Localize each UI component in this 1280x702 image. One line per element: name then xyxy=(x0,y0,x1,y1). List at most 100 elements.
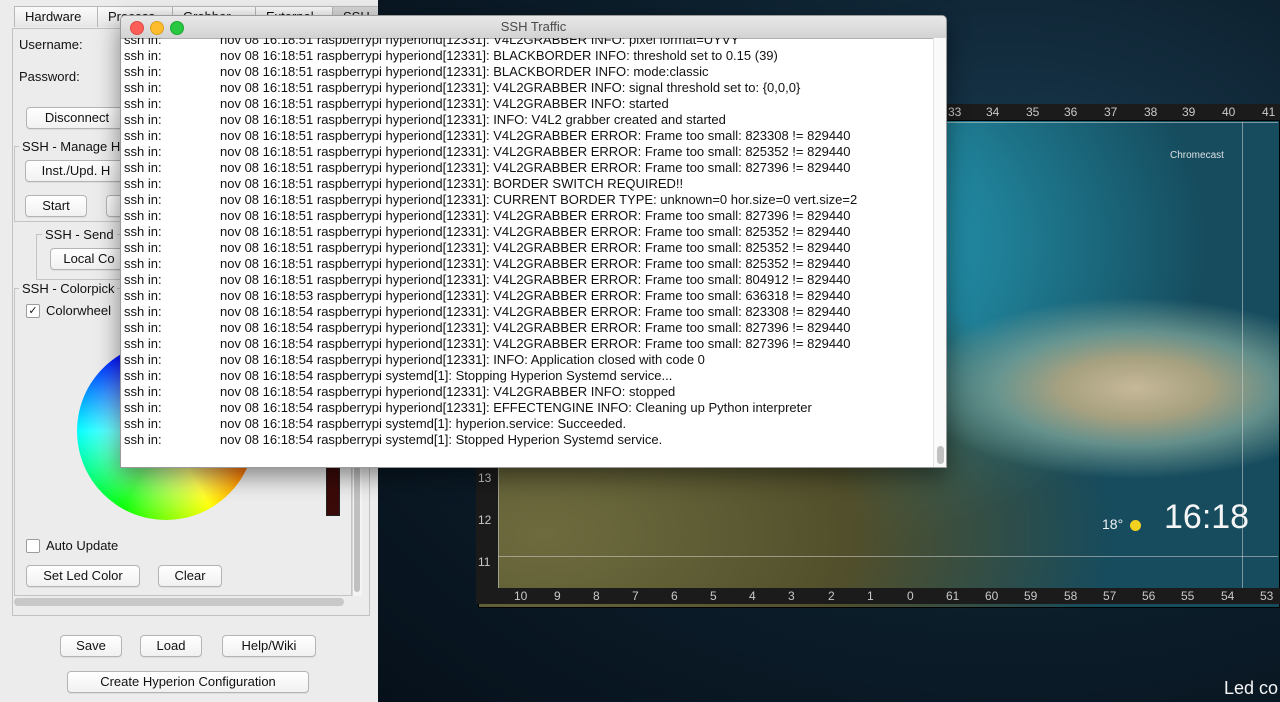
log-message: nov 08 16:18:51 raspberrypi hyperiond[12… xyxy=(220,144,851,159)
log-message: nov 08 16:18:51 raspberrypi hyperiond[12… xyxy=(220,96,669,111)
led-color-label: Led co xyxy=(1224,678,1279,698)
auto-update-checkbox[interactable] xyxy=(26,539,40,553)
log-line: ssh in: nov 08 16:18:51 raspberrypi hyper… xyxy=(121,144,933,160)
start-button[interactable]: Start xyxy=(25,195,87,217)
minimize-icon[interactable] xyxy=(150,21,164,35)
log-line: ssh in: nov 08 16:18:53 raspberrypi hyper… xyxy=(121,288,933,304)
log-message: nov 08 16:18:54 raspberrypi systemd[1]: … xyxy=(220,416,627,431)
log-line: ssh in: nov 08 16:18:51 raspberrypi hyper… xyxy=(121,160,933,176)
chromecast-label: Chromecast xyxy=(1170,150,1224,161)
log-source: ssh in: xyxy=(124,160,162,175)
manage-group-title: SSH - Manage H xyxy=(19,139,124,154)
log-line: ssh in: nov 08 16:18:51 raspberrypi hyper… xyxy=(121,80,933,96)
log-source: ssh in: xyxy=(124,336,162,351)
log-line: ssh in: nov 08 16:18:54 raspberrypi syste… xyxy=(121,432,933,448)
log-line: ssh in: nov 08 16:18:51 raspberrypi hyper… xyxy=(121,208,933,224)
maximize-icon[interactable] xyxy=(170,21,184,35)
window-titlebar[interactable]: SSH Traffic xyxy=(121,16,946,39)
led-number: 34 xyxy=(986,105,1000,119)
log-source: ssh in: xyxy=(124,352,162,367)
log-source: ssh in: xyxy=(124,144,162,159)
led-number: 61 xyxy=(946,589,960,603)
led-number: 56 xyxy=(1142,589,1156,603)
log-source: ssh in: xyxy=(124,80,162,95)
log-line: ssh in: nov 08 16:18:51 raspberrypi hyper… xyxy=(121,240,933,256)
led-number: 0 xyxy=(907,589,914,603)
log-line: ssh in: nov 08 16:18:54 raspberrypi hyper… xyxy=(121,384,933,400)
log-message: nov 08 16:18:54 raspberrypi hyperiond[12… xyxy=(220,400,812,415)
load-button[interactable]: Load xyxy=(140,635,202,657)
log-source: ssh in: xyxy=(124,96,162,111)
log-message: nov 08 16:18:51 raspberrypi hyperiond[12… xyxy=(220,80,801,95)
led-number: 35 xyxy=(1026,105,1040,119)
log-source: ssh in: xyxy=(124,224,162,239)
led-number: 8 xyxy=(593,589,600,603)
log-source: ssh in: xyxy=(124,384,162,399)
log-line: ssh in: nov 08 16:18:51 raspberrypi hyper… xyxy=(121,272,933,288)
log-line: ssh in: nov 08 16:18:54 raspberrypi syste… xyxy=(121,416,933,432)
log-message: nov 08 16:18:54 raspberrypi hyperiond[12… xyxy=(220,304,851,319)
led-number: 57 xyxy=(1103,589,1117,603)
led-number: 38 xyxy=(1144,105,1158,119)
log-message: nov 08 16:18:53 raspberrypi hyperiond[12… xyxy=(220,288,851,303)
tab-hardware[interactable]: Hardware xyxy=(14,6,98,27)
led-grid-line xyxy=(498,556,1278,557)
log-source: ssh in: xyxy=(124,176,162,191)
led-number: 55 xyxy=(1181,589,1195,603)
password-label: Password: xyxy=(19,69,80,84)
send-group-title: SSH - Send xyxy=(42,227,117,242)
auto-update-label: Auto Update xyxy=(46,538,119,553)
log-scrollbar-thumb[interactable] xyxy=(937,446,944,464)
led-number: 59 xyxy=(1024,589,1038,603)
log-line: ssh in: nov 08 16:18:51 raspberrypi hyper… xyxy=(121,64,933,80)
log-source: ssh in: xyxy=(124,368,162,383)
log-source: ssh in: xyxy=(124,240,162,255)
horizontal-scrollbar[interactable] xyxy=(14,598,344,606)
log-scrollbar[interactable] xyxy=(933,38,946,467)
log-source: ssh in: xyxy=(124,416,162,431)
colorwheel-checkbox[interactable]: ✓ xyxy=(26,304,40,318)
bottom-led-strip: 10 9 8 7 6 5 4 3 2 1 0 61 60 59 58 57 56… xyxy=(476,588,1280,604)
close-icon[interactable] xyxy=(130,21,144,35)
local-config-button[interactable]: Local Co xyxy=(50,248,128,270)
help-wiki-button[interactable]: Help/Wiki xyxy=(222,635,316,657)
log-line: ssh in: nov 08 16:18:51 raspberrypi hyper… xyxy=(121,176,933,192)
led-number: 1 xyxy=(867,589,874,603)
led-number: 41 xyxy=(1262,105,1276,119)
sun-icon xyxy=(1130,520,1141,531)
led-number: 36 xyxy=(1064,105,1078,119)
log-line: ssh in: nov 08 16:18:54 raspberrypi hyper… xyxy=(121,336,933,352)
log-source: ssh in: xyxy=(124,64,162,79)
save-button[interactable]: Save xyxy=(60,635,122,657)
log-message: nov 08 16:18:51 raspberrypi hyperiond[12… xyxy=(220,176,684,191)
ssh-log[interactable]: ssh in: nov 08 16:18:51 raspberrypi hyper… xyxy=(121,38,933,467)
log-line: ssh in: nov 08 16:18:54 raspberrypi hyper… xyxy=(121,352,933,368)
log-message: nov 08 16:18:54 raspberrypi hyperiond[12… xyxy=(220,352,705,367)
set-led-color-button[interactable]: Set Led Color xyxy=(26,565,140,587)
led-number: 4 xyxy=(749,589,756,603)
log-line: ssh in: nov 08 16:18:54 raspberrypi hyper… xyxy=(121,304,933,320)
install-update-button[interactable]: Inst./Upd. H xyxy=(25,160,127,182)
led-number: 11 xyxy=(478,555,491,569)
log-source: ssh in: xyxy=(124,112,162,127)
log-message: nov 08 16:18:51 raspberrypi hyperiond[12… xyxy=(220,38,740,47)
log-message: nov 08 16:18:54 raspberrypi hyperiond[12… xyxy=(220,336,851,351)
clear-button[interactable]: Clear xyxy=(158,565,222,587)
log-source: ssh in: xyxy=(124,432,162,447)
colorwheel-label: Colorwheel xyxy=(46,303,112,318)
ssh-traffic-window: SSH Traffic ssh in: nov 08 16:18:51 raspb… xyxy=(120,15,947,468)
log-line: ssh in: nov 08 16:18:54 raspberrypi hyper… xyxy=(121,320,933,336)
log-message: nov 08 16:18:51 raspberrypi hyperiond[12… xyxy=(220,48,778,63)
disconnect-button[interactable]: Disconnect xyxy=(26,107,128,129)
log-message: nov 08 16:18:51 raspberrypi hyperiond[12… xyxy=(220,192,858,207)
led-number: 58 xyxy=(1064,589,1078,603)
log-message: nov 08 16:18:51 raspberrypi hyperiond[12… xyxy=(220,256,851,271)
led-number: 40 xyxy=(1222,105,1236,119)
led-number: 60 xyxy=(985,589,999,603)
log-line: ssh in: nov 08 16:18:51 raspberrypi hyper… xyxy=(121,224,933,240)
log-line: ssh in: nov 08 16:18:51 raspberrypi hyper… xyxy=(121,38,933,48)
log-message: nov 08 16:18:51 raspberrypi hyperiond[12… xyxy=(220,128,851,143)
log-message: nov 08 16:18:51 raspberrypi hyperiond[12… xyxy=(220,224,851,239)
log-line: ssh in: nov 08 16:18:51 raspberrypi hyper… xyxy=(121,48,933,64)
create-configuration-button[interactable]: Create Hyperion Configuration xyxy=(67,671,309,693)
